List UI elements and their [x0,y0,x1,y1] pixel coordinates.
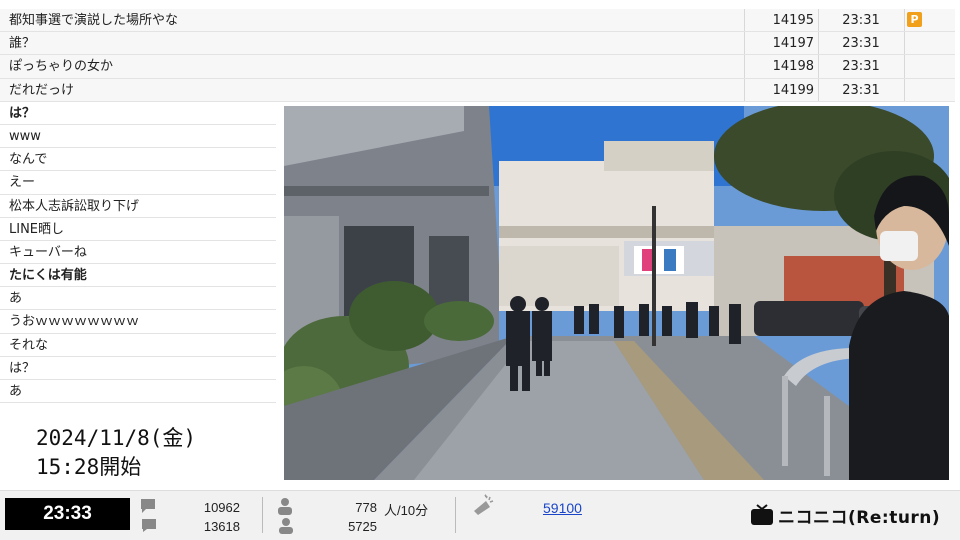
comment-text: LINE晒し [9,221,65,237]
comment-text: あ [9,384,23,399]
comment-time: 23:31 [842,82,880,98]
comment-number: 14198 [772,59,814,75]
comment-text: たにくは有能 [9,268,87,284]
video-player[interactable] [284,106,949,480]
comment-text: キューバーね [9,244,87,260]
comment-icon [141,499,156,532]
comment-row[interactable]: LINE晒し [0,218,276,241]
comment-row[interactable]: は？ [0,102,276,125]
comment-text: 都知事選で演説した場所やな [9,13,179,28]
comment-row[interactable]: うおｗｗｗｗｗｗｗｗ [0,310,276,334]
comment-text: は？ [9,360,36,376]
nicoad-points-link[interactable]: 59100 [543,500,582,516]
bottom-status-bar: 23:33 10962 13618 778 人/10分 5725 59100 ニ… [0,490,960,540]
comment-number: 14199 [772,82,814,98]
column-divider [904,78,905,101]
comment-text: 松本人志訴訟取り下げ [9,198,140,214]
tv-logo-icon [751,504,773,525]
comment-row[interactable]: なんで [0,148,276,172]
logo-text: ニコニコ(Re:turn) [778,508,941,528]
comment-row[interactable]: キューバーね [0,241,276,265]
comment-text: それな [9,337,49,353]
comment-row[interactable]: あ [0,287,276,311]
comment-text: だれだっけ [9,82,75,98]
comment-time: 23:31 [842,13,880,28]
comment-row[interactable]: ぽっちゃりの女か 14198 23:31 [0,55,955,79]
comment-row[interactable]: www [0,125,276,149]
comment-row[interactable]: だれだっけ 14199 23:31 [0,78,955,102]
comment-row[interactable]: あ [0,380,276,404]
comment-text: 誰？ [9,36,36,52]
comment-count-1: 10962 [203,500,240,515]
comment-row[interactable]: 誰？ 14197 23:31 [0,32,955,56]
video-frame [284,106,949,480]
comment-row[interactable]: 松本人志訴訟取り下げ [0,195,276,218]
column-divider [904,9,905,32]
start-date: 2024/11/8(金) [36,426,197,450]
start-time: 15:28開始 [36,455,142,479]
column-divider [904,55,905,78]
comment-count-2: 13618 [203,519,240,534]
comment-text: は？ [9,105,36,121]
comment-row[interactable]: たにくは有能 [0,264,276,288]
comment-text: なんで [9,152,48,168]
niconico-logo: ニコニコ(Re:turn) [750,504,940,528]
comment-time: 23:31 [842,36,880,52]
comment-row[interactable]: 都知事選で演説した場所やな 14195 23:31 P [0,9,955,33]
comment-text: あ [9,291,23,307]
comment-row[interactable]: は？ [0,357,276,380]
comment-row[interactable]: それな [0,334,276,357]
divider [262,497,263,533]
comment-number: 14197 [772,36,814,52]
viewer-icon [278,498,293,534]
comment-text: えー [9,175,36,191]
current-time-clock: 23:33 [5,498,130,530]
comment-time: 23:31 [842,59,880,75]
comment-text: うおｗｗｗｗｗｗｗｗ [9,314,140,330]
comment-number: 14195 [772,13,814,28]
comment-row[interactable]: えー [0,171,276,195]
comment-text: ぽっちゃりの女か [9,59,114,75]
comment-text: www [9,128,41,144]
viewer-rate: 778 [355,500,377,515]
premium-badge-icon: P [907,12,922,27]
viewer-rate-unit: 人/10分 [384,503,429,518]
viewer-total: 5725 [348,519,377,534]
divider [455,497,456,533]
nicoad-icon[interactable] [470,493,496,519]
start-info: 2024/11/8(金) 15:28開始 [36,424,196,482]
column-divider [904,32,905,55]
